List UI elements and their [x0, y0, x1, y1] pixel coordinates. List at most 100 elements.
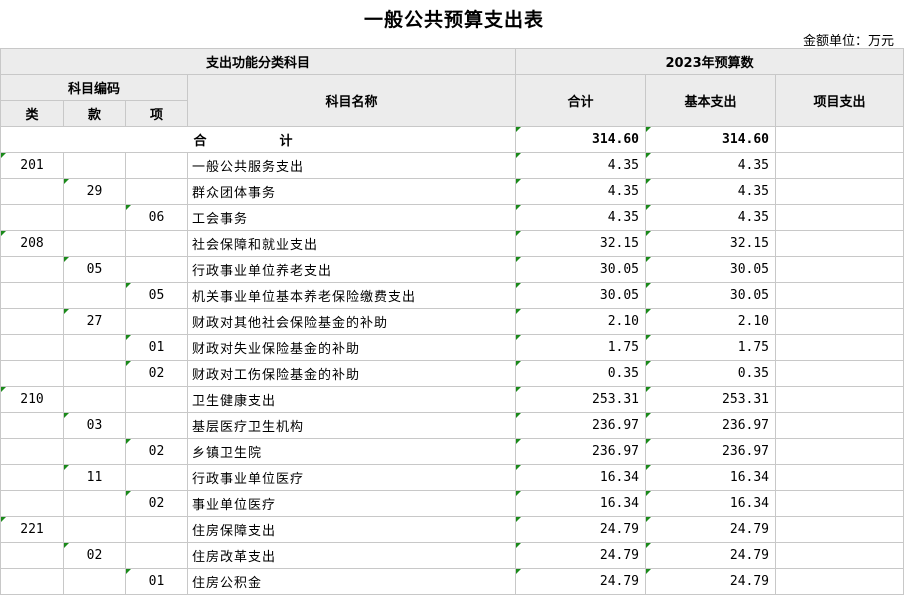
cell-basic: 32.15 — [645, 230, 777, 257]
cell-project — [775, 542, 905, 569]
cell-basic: 1.75 — [645, 334, 777, 361]
cell-subject-name: 乡镇卫生院 — [186, 438, 517, 465]
cell-total: 253.31 — [515, 386, 647, 413]
header-lei: 类 — [0, 100, 64, 127]
total-project — [775, 126, 905, 153]
cell-project — [775, 490, 905, 517]
cell-lei: 201 — [0, 152, 64, 179]
cell-basic: 4.35 — [645, 204, 777, 231]
cell-subject-name: 工会事务 — [186, 204, 517, 231]
cell-subject-name: 群众团体事务 — [186, 178, 517, 205]
cell-basic: 4.35 — [645, 152, 777, 179]
cell-total: 24.79 — [515, 516, 647, 543]
cell-kuan: 29 — [63, 178, 126, 205]
cell-basic: 16.34 — [645, 490, 777, 517]
cell-project — [775, 412, 905, 439]
cell-basic: 236.97 — [645, 438, 777, 465]
cell-basic: 4.35 — [645, 178, 777, 205]
header-subject-name: 科目名称 — [186, 74, 517, 127]
cell-kuan — [63, 490, 126, 517]
cell-project — [775, 282, 905, 309]
cell-basic: 30.05 — [645, 256, 777, 283]
cell-lei — [0, 542, 64, 569]
cell-subject-name: 住房公积金 — [186, 568, 517, 595]
cell-basic: 2.10 — [645, 308, 777, 335]
cell-kuan: 03 — [63, 412, 126, 439]
cell-xiang: 02 — [125, 438, 188, 465]
cell-total: 236.97 — [515, 412, 647, 439]
total-basic: 314.60 — [645, 126, 777, 153]
cell-xiang — [125, 542, 188, 569]
header-row-1: 支出功能分类科目 2023年预算数 — [0, 48, 905, 75]
cell-project — [775, 464, 905, 491]
cell-total: 24.79 — [515, 568, 647, 595]
cell-kuan — [63, 360, 126, 387]
cell-subject-name: 财政对工伤保险基金的补助 — [186, 360, 517, 387]
cell-project — [775, 360, 905, 387]
cell-project — [775, 178, 905, 205]
cell-lei — [0, 464, 64, 491]
header-function-classification: 支出功能分类科目 — [0, 48, 517, 75]
table-row: 01 住房公积金 24.79 24.79 — [0, 568, 905, 595]
header-kuan: 款 — [63, 100, 126, 127]
header-project-expense: 项目支出 — [775, 74, 905, 127]
cell-kuan: 27 — [63, 308, 126, 335]
cell-xiang — [125, 152, 188, 179]
cell-kuan — [63, 334, 126, 361]
cell-basic: 253.31 — [645, 386, 777, 413]
cell-total: 0.35 — [515, 360, 647, 387]
cell-subject-name: 住房保障支出 — [186, 516, 517, 543]
cell-project — [775, 204, 905, 231]
header-basic-expense: 基本支出 — [645, 74, 777, 127]
total-amount: 314.60 — [515, 126, 647, 153]
cell-total: 24.79 — [515, 542, 647, 569]
cell-project — [775, 230, 905, 257]
cell-basic: 236.97 — [645, 412, 777, 439]
table-row: 03 基层医疗卫生机构 236.97 236.97 — [0, 412, 905, 439]
cell-xiang: 01 — [125, 334, 188, 361]
header-row-2: 科目编码 科目名称 合计 基本支出 项目支出 — [0, 74, 905, 127]
table-row: 01 财政对失业保险基金的补助 1.75 1.75 — [0, 334, 905, 361]
header-subject-code: 科目编码 — [0, 74, 188, 101]
cell-project — [775, 568, 905, 595]
cell-lei: 221 — [0, 516, 64, 543]
cell-project — [775, 152, 905, 179]
header-total: 合计 — [515, 74, 647, 127]
cell-kuan — [63, 438, 126, 465]
table-row: 201 一般公共服务支出 4.35 4.35 — [0, 152, 905, 179]
cell-total: 16.34 — [515, 464, 647, 491]
cell-project — [775, 516, 905, 543]
cell-lei — [0, 568, 64, 595]
table-row: 221 住房保障支出 24.79 24.79 — [0, 516, 905, 543]
cell-total: 2.10 — [515, 308, 647, 335]
table-row: 27 财政对其他社会保险基金的补助 2.10 2.10 — [0, 308, 905, 335]
cell-lei — [0, 334, 64, 361]
table-row: 210 卫生健康支出 253.31 253.31 — [0, 386, 905, 413]
cell-xiang — [125, 256, 188, 283]
unit-label: 金额单位：万元 — [802, 34, 894, 49]
cell-xiang: 05 — [125, 282, 188, 309]
table-row: 05 机关事业单位基本养老保险缴费支出 30.05 30.05 — [0, 282, 905, 309]
cell-kuan: 02 — [63, 542, 126, 569]
header-xiang: 项 — [125, 100, 188, 127]
cell-xiang — [125, 516, 188, 543]
cell-kuan: 11 — [63, 464, 126, 491]
data-rows: 201 一般公共服务支出 4.35 4.35 29 群众团体事务 4.35 4.35 06 工会事… — [0, 152, 905, 595]
cell-subject-name: 基层医疗卫生机构 — [186, 412, 517, 439]
cell-kuan — [63, 568, 126, 595]
cell-xiang — [125, 308, 188, 335]
cell-subject-name: 卫生健康支出 — [186, 386, 517, 413]
cell-subject-name: 行政事业单位养老支出 — [186, 256, 517, 283]
cell-kuan — [63, 282, 126, 309]
table-row: 02 财政对工伤保险基金的补助 0.35 0.35 — [0, 360, 905, 387]
table-row: 02 事业单位医疗 16.34 16.34 — [0, 490, 905, 517]
cell-kuan: 05 — [63, 256, 126, 283]
cell-kuan — [63, 230, 126, 257]
table-row: 05 行政事业单位养老支出 30.05 30.05 — [0, 256, 905, 283]
cell-kuan — [63, 386, 126, 413]
cell-basic: 24.79 — [645, 568, 777, 595]
page-title: 一般公共预算支出表 — [363, 9, 544, 31]
cell-project — [775, 334, 905, 361]
cell-lei — [0, 282, 64, 309]
cell-basic: 30.05 — [645, 282, 777, 309]
